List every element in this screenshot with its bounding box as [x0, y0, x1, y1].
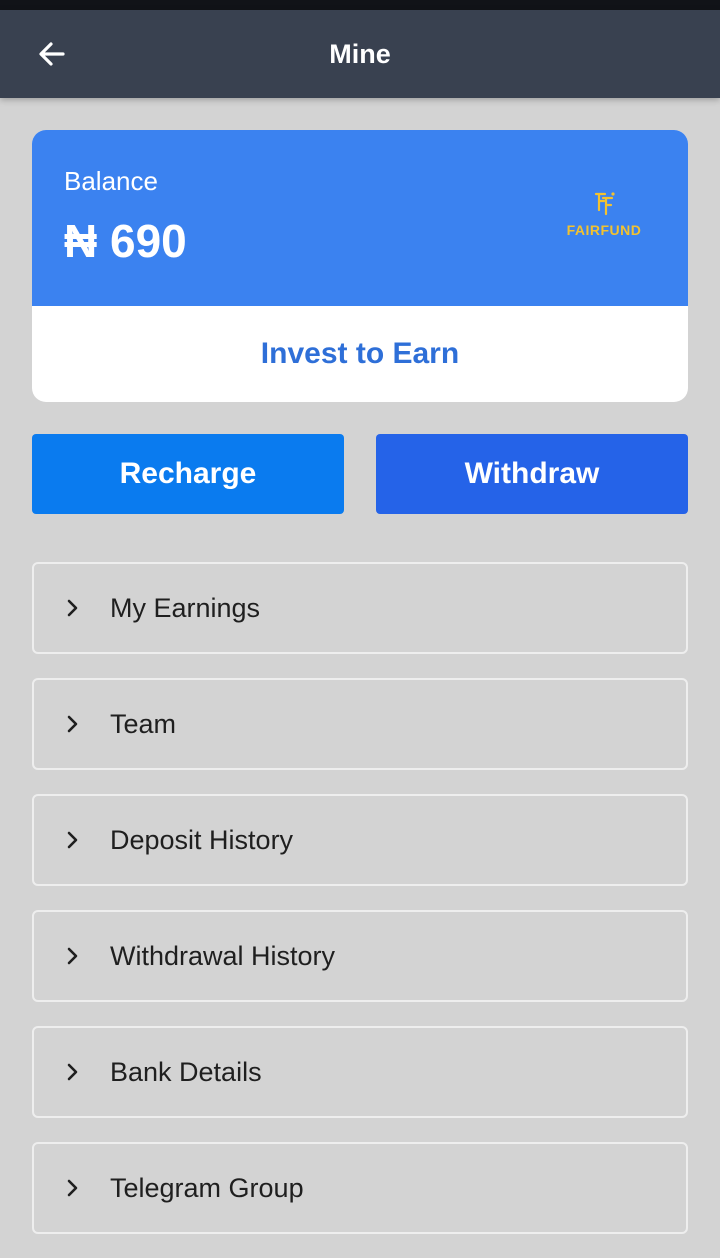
chevron-right-icon [67, 1063, 78, 1081]
menu-item-telegram-group[interactable]: Telegram Group [32, 1142, 688, 1234]
page-title: Mine [329, 39, 391, 69]
chevron-right-icon [67, 831, 78, 849]
menu-item-label: Withdrawal History [110, 941, 336, 971]
menu-item-deposit-history[interactable]: Deposit History [32, 794, 688, 886]
menu-item-label: My Earnings [110, 593, 261, 623]
brand-name: FAIRFUND [566, 222, 642, 238]
menu-item-withdrawal-history[interactable]: Withdrawal History [32, 910, 688, 1002]
chevron-right-icon [67, 715, 78, 733]
balance-amount: ₦ 690 [64, 215, 187, 267]
chevron-right-icon [67, 1179, 78, 1197]
menu-item-label: Telegram Group [110, 1173, 304, 1203]
chevron-right-icon [67, 947, 78, 965]
fairfund-logo-icon [594, 192, 615, 216]
recharge-button[interactable]: Recharge [32, 434, 344, 514]
status-bar [0, 0, 720, 10]
menu-item-label: Bank Details [110, 1057, 262, 1087]
app-header: Mine [0, 10, 720, 98]
menu-item-my-earnings[interactable]: My Earnings [32, 562, 688, 654]
menu-item-label: Team [110, 709, 177, 739]
balance-card: Balance ₦ 690 FAIRFUND Invest to Earn [32, 130, 688, 402]
balance-label: Balance [64, 166, 158, 196]
back-button[interactable] [30, 32, 74, 76]
withdraw-button[interactable]: Withdraw [376, 434, 688, 514]
menu-item-team[interactable]: Team [32, 678, 688, 770]
arrow-left-icon [39, 42, 65, 66]
menu-item-label: Deposit History [110, 825, 294, 855]
invest-to-earn-link[interactable]: Invest to Earn [32, 306, 688, 402]
menu-item-bank-details[interactable]: Bank Details [32, 1026, 688, 1118]
balance-panel: Balance ₦ 690 FAIRFUND [32, 130, 688, 306]
chevron-right-icon [67, 599, 78, 617]
brand-logo: FAIRFUND [560, 188, 648, 244]
